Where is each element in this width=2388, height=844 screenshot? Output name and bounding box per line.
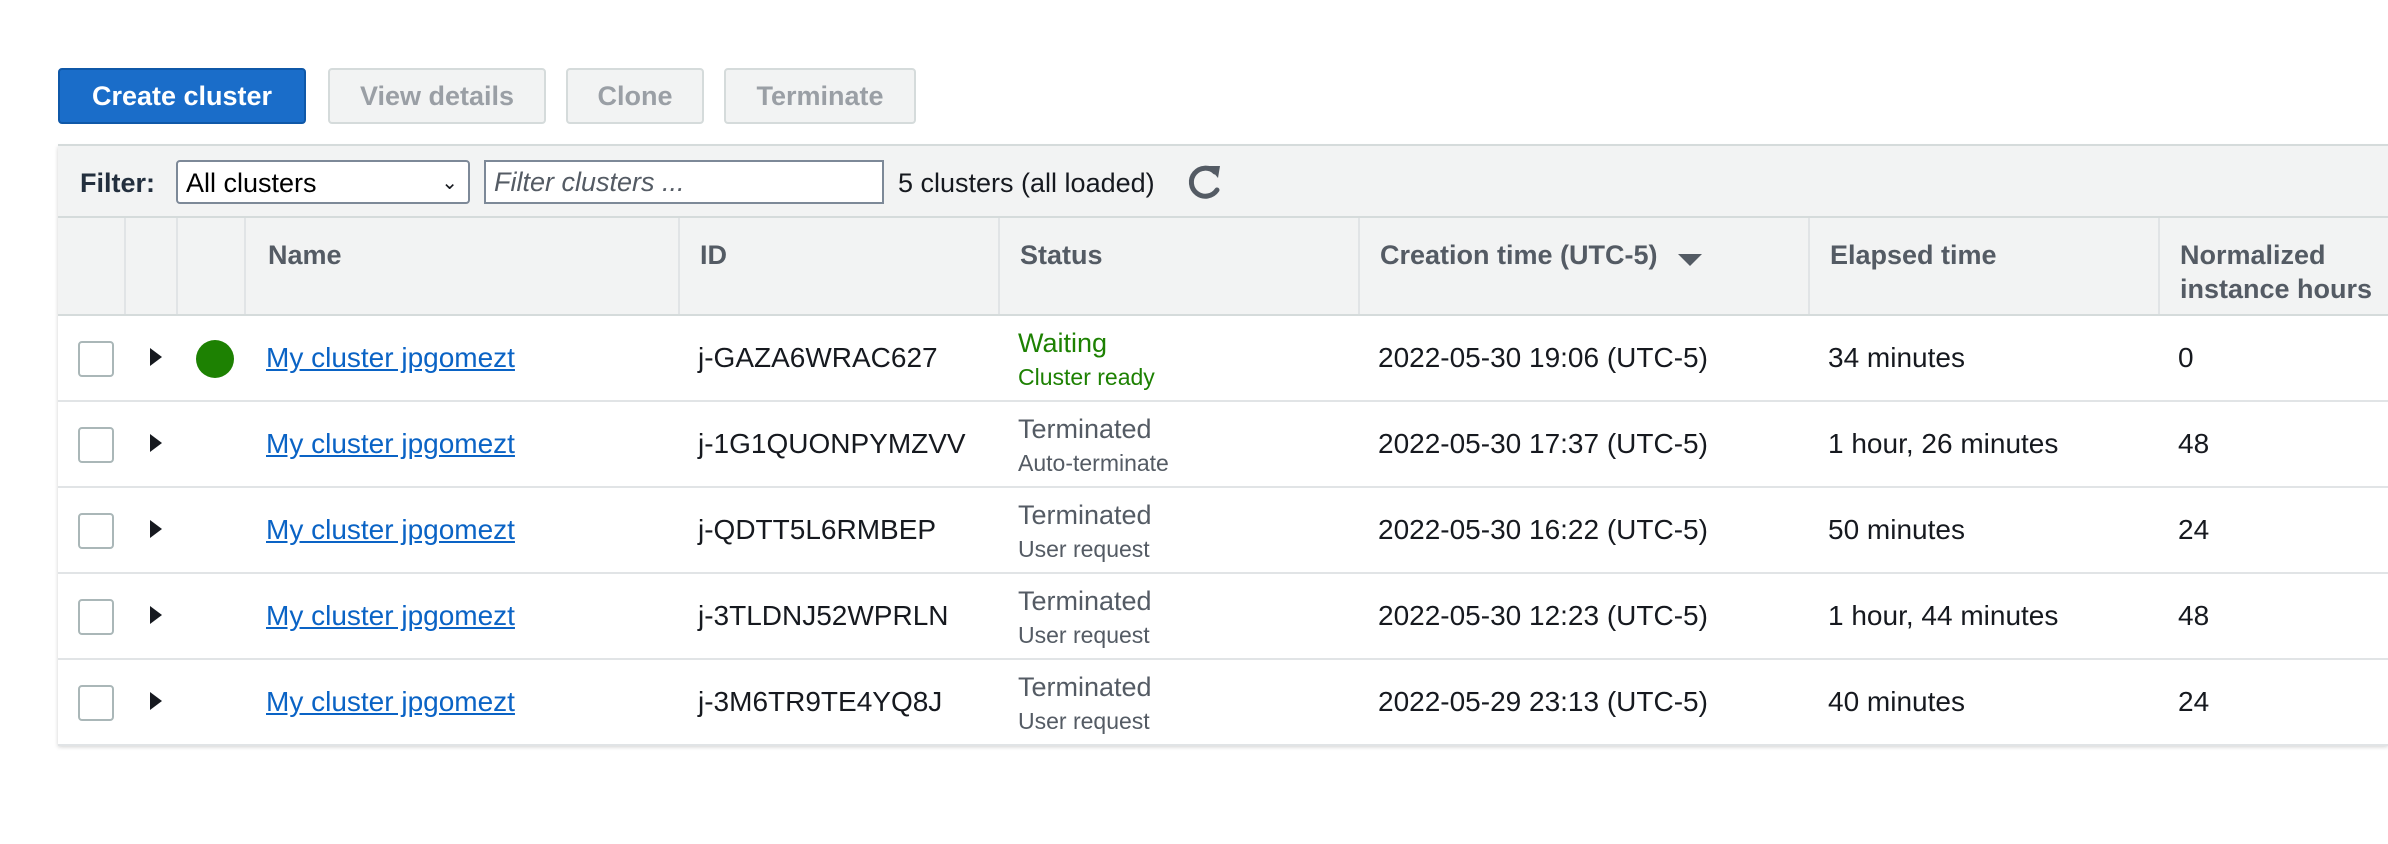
column-header-name[interactable]: Name <box>268 238 342 272</box>
filter-clusters-input[interactable] <box>484 160 884 204</box>
cluster-status-detail: Auto-terminate <box>1018 450 1169 476</box>
header-divider <box>2158 218 2160 314</box>
header-divider <box>124 218 126 314</box>
column-header-instance-hours[interactable]: Normalized instance hours <box>2180 238 2372 306</box>
expand-row-icon[interactable] <box>150 520 162 538</box>
cluster-name-link[interactable]: My cluster jpgomezt <box>266 514 515 546</box>
table-row[interactable]: My cluster jpgomezt j-1G1QUONPYMZVV Termin… <box>58 402 2388 488</box>
column-header-status[interactable]: Status <box>1020 238 1103 272</box>
elapsed-time: 50 minutes <box>1828 514 1965 545</box>
row-checkbox[interactable] <box>78 427 114 463</box>
instance-hours: 24 <box>2178 514 2210 545</box>
table-row[interactable]: My cluster jpgomezt j-QDTT5L6RMBEP Termina… <box>58 488 2388 574</box>
cluster-id: j-1G1QUONPYMZVV <box>698 428 966 459</box>
filter-label: Filter: <box>80 168 156 198</box>
column-header-id[interactable]: ID <box>700 238 727 272</box>
cluster-status-detail: User request <box>1018 536 1150 562</box>
cluster-status-detail: Cluster ready <box>1018 364 1155 390</box>
filter-select-value: All clusters <box>186 168 317 198</box>
cluster-filter-select[interactable]: All clusters ⌄ <box>176 160 470 204</box>
instance-hours: 48 <box>2178 600 2210 631</box>
chevron-down-icon: ⌄ <box>441 172 458 194</box>
filter-bar: Filter: All clusters ⌄ 5 clusters (all l… <box>58 144 2388 216</box>
header-divider <box>176 218 178 314</box>
cluster-id: j-GAZA6WRAC627 <box>698 342 938 373</box>
header-divider <box>244 218 246 314</box>
expand-row-icon[interactable] <box>150 348 162 366</box>
header-divider <box>998 218 1000 314</box>
header-divider <box>1358 218 1360 314</box>
cluster-count: 5 clusters (all loaded) <box>898 168 1155 198</box>
expand-row-icon[interactable] <box>150 434 162 452</box>
terminate-button[interactable]: Terminate <box>724 68 916 124</box>
instance-hours: 0 <box>2178 342 2194 373</box>
clone-button[interactable]: Clone <box>566 68 704 124</box>
elapsed-time: 34 minutes <box>1828 342 1965 373</box>
table-row[interactable]: My cluster jpgomezt j-GAZA6WRAC627 Waiting… <box>58 316 2388 402</box>
refresh-icon[interactable] <box>1182 160 1226 204</box>
cluster-status-detail: User request <box>1018 622 1150 648</box>
running-status-icon <box>196 340 234 378</box>
header-divider <box>1808 218 1810 314</box>
view-details-button[interactable]: View details <box>328 68 546 124</box>
cluster-name-link[interactable]: My cluster jpgomezt <box>266 600 515 632</box>
instance-hours-line1: Normalized <box>2180 240 2326 270</box>
cluster-name-link[interactable]: My cluster jpgomezt <box>266 342 515 374</box>
header-divider <box>678 218 680 314</box>
cluster-id: j-3M6TR9TE4YQ8J <box>698 686 943 717</box>
column-header-elapsed-time[interactable]: Elapsed time <box>1830 238 1997 272</box>
elapsed-time: 1 hour, 44 minutes <box>1828 600 2059 631</box>
cluster-status: Waiting <box>1018 328 1108 358</box>
table-row[interactable]: My cluster jpgomezt j-3M6TR9TE4YQ8J Termin… <box>58 660 2388 746</box>
cluster-id: j-QDTT5L6RMBEP <box>698 514 937 545</box>
cluster-status: Terminated <box>1018 414 1152 444</box>
row-checkbox[interactable] <box>78 685 114 721</box>
cluster-status: Terminated <box>1018 586 1152 616</box>
row-checkbox[interactable] <box>78 599 114 635</box>
table-header: Name ID Status Creation time (UTC-5) Ela… <box>58 216 2388 316</box>
instance-hours: 24 <box>2178 686 2210 717</box>
cluster-status: Terminated <box>1018 500 1152 530</box>
expand-row-icon[interactable] <box>150 606 162 624</box>
cluster-id: j-3TLDNJ52WPRLN <box>698 600 949 631</box>
table-row[interactable]: My cluster jpgomezt j-3TLDNJ52WPRLN Termin… <box>58 574 2388 660</box>
instance-hours: 48 <box>2178 428 2210 459</box>
creation-time: 2022-05-30 19:06 (UTC-5) <box>1378 342 1708 373</box>
clusters-table: Filter: All clusters ⌄ 5 clusters (all l… <box>58 144 2388 746</box>
cluster-status-detail: User request <box>1018 708 1150 734</box>
creation-time-label: Creation time (UTC-5) <box>1380 240 1658 270</box>
row-checkbox[interactable] <box>78 341 114 377</box>
instance-hours-line2: instance hours <box>2180 274 2373 304</box>
creation-time: 2022-05-30 17:37 (UTC-5) <box>1378 428 1708 459</box>
sort-descending-icon <box>1677 253 1702 266</box>
creation-time: 2022-05-30 16:22 (UTC-5) <box>1378 514 1708 545</box>
expand-row-icon[interactable] <box>150 692 162 710</box>
creation-time: 2022-05-30 12:23 (UTC-5) <box>1378 600 1708 631</box>
cluster-name-link[interactable]: My cluster jpgomezt <box>266 428 515 460</box>
row-checkbox[interactable] <box>78 513 114 549</box>
cluster-name-link[interactable]: My cluster jpgomezt <box>266 686 515 718</box>
column-header-creation-time[interactable]: Creation time (UTC-5) <box>1380 238 1702 272</box>
elapsed-time: 1 hour, 26 minutes <box>1828 428 2059 459</box>
create-cluster-button[interactable]: Create cluster <box>58 68 306 124</box>
cluster-status: Terminated <box>1018 672 1152 702</box>
elapsed-time: 40 minutes <box>1828 686 1965 717</box>
creation-time: 2022-05-29 23:13 (UTC-5) <box>1378 686 1708 717</box>
